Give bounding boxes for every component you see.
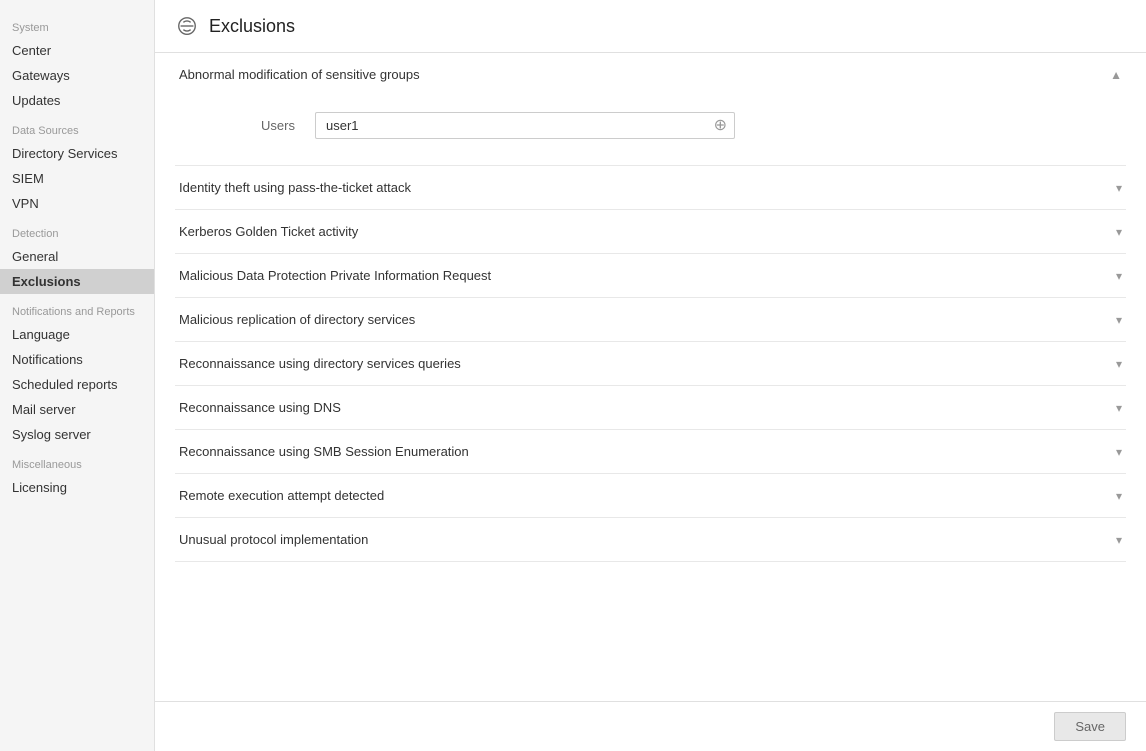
exclusion-item-reconnaissance-smb: Reconnaissance using SMB Session Enumera… — [175, 430, 1126, 474]
chevron-down-icon: ▾ — [1116, 225, 1122, 239]
sidebar-item-directory-services[interactable]: Directory Services — [0, 141, 154, 166]
exclusion-item-abnormal-modification: Abnormal modification of sensitive group… — [175, 53, 1126, 166]
sidebar-section-detection: Detection — [0, 216, 154, 244]
exclusion-title-remote-execution: Remote execution attempt detected — [179, 488, 384, 503]
chevron-up-icon: ▲ — [1110, 68, 1122, 82]
exclusion-title-malicious-replication: Malicious replication of directory servi… — [179, 312, 415, 327]
exclusion-item-malicious-replication: Malicious replication of directory servi… — [175, 298, 1126, 342]
sidebar-item-scheduled-reports[interactable]: Scheduled reports — [0, 372, 154, 397]
chevron-down-icon: ▾ — [1116, 445, 1122, 459]
exclusion-header-malicious-replication[interactable]: Malicious replication of directory servi… — [175, 298, 1126, 341]
exclusion-item-unusual-protocol: Unusual protocol implementation ▾ — [175, 518, 1126, 562]
exclusion-header-unusual-protocol[interactable]: Unusual protocol implementation ▾ — [175, 518, 1126, 561]
exclusion-item-remote-execution: Remote execution attempt detected ▾ — [175, 474, 1126, 518]
sidebar-item-exclusions[interactable]: Exclusions — [0, 269, 154, 294]
sidebar-item-center[interactable]: Center — [0, 38, 154, 63]
exclusion-item-reconnaissance-dns: Reconnaissance using DNS ▾ — [175, 386, 1126, 430]
chevron-down-icon: ▾ — [1116, 181, 1122, 195]
sidebar-section-data-sources: Data Sources — [0, 113, 154, 141]
exclusion-title-reconnaissance-dns: Reconnaissance using DNS — [179, 400, 341, 415]
exclusion-header-reconnaissance-smb[interactable]: Reconnaissance using SMB Session Enumera… — [175, 430, 1126, 473]
page-title: Exclusions — [209, 16, 295, 37]
save-button[interactable]: Save — [1054, 712, 1126, 741]
exclusion-item-kerberos-golden-ticket: Kerberos Golden Ticket activity ▾ — [175, 210, 1126, 254]
exclusion-body-abnormal-modification: Users ⊕ — [175, 96, 1126, 165]
main-content-area: Exclusions Abnormal modification of sens… — [155, 0, 1146, 751]
exclusion-field-label: Users — [175, 118, 315, 133]
exclusion-input-wrapper: ⊕ — [315, 112, 735, 139]
exclusions-list: Abnormal modification of sensitive group… — [155, 53, 1146, 751]
add-icon[interactable]: ⊕ — [714, 118, 727, 134]
sidebar-section-notifications-and-reports: Notifications and Reports — [0, 294, 154, 322]
exclusion-header-reconnaissance-dns[interactable]: Reconnaissance using DNS ▾ — [175, 386, 1126, 429]
sidebar: SystemCenterGatewaysUpdatesData SourcesD… — [0, 0, 155, 751]
sidebar-item-language[interactable]: Language — [0, 322, 154, 347]
chevron-down-icon: ▾ — [1116, 313, 1122, 327]
sidebar-item-general[interactable]: General — [0, 244, 154, 269]
exclusion-title-reconnaissance-smb: Reconnaissance using SMB Session Enumera… — [179, 444, 469, 459]
exclusion-row-users: Users ⊕ — [175, 106, 1126, 145]
exclusion-title-reconnaissance-directory: Reconnaissance using directory services … — [179, 356, 461, 371]
sidebar-item-licensing[interactable]: Licensing — [0, 475, 154, 500]
exclusion-item-malicious-data-protection: Malicious Data Protection Private Inform… — [175, 254, 1126, 298]
exclusion-title-kerberos-golden-ticket: Kerberos Golden Ticket activity — [179, 224, 358, 239]
exclusion-header-reconnaissance-directory[interactable]: Reconnaissance using directory services … — [175, 342, 1126, 385]
exclusion-title-malicious-data-protection: Malicious Data Protection Private Inform… — [179, 268, 491, 283]
exclusion-header-remote-execution[interactable]: Remote execution attempt detected ▾ — [175, 474, 1126, 517]
chevron-down-icon: ▾ — [1116, 401, 1122, 415]
page-header: Exclusions — [155, 0, 1146, 53]
exclusion-header-identity-theft[interactable]: Identity theft using pass-the-ticket att… — [175, 166, 1126, 209]
exclusion-item-identity-theft: Identity theft using pass-the-ticket att… — [175, 166, 1126, 210]
chevron-down-icon: ▾ — [1116, 533, 1122, 547]
footer: Save — [155, 701, 1146, 751]
exclusion-header-abnormal-modification[interactable]: Abnormal modification of sensitive group… — [175, 53, 1126, 96]
sidebar-item-siem[interactable]: SIEM — [0, 166, 154, 191]
sidebar-item-gateways[interactable]: Gateways — [0, 63, 154, 88]
chevron-down-icon: ▾ — [1116, 269, 1122, 283]
sidebar-item-updates[interactable]: Updates — [0, 88, 154, 113]
sidebar-section-miscellaneous: Miscellaneous — [0, 447, 154, 475]
exclusion-item-reconnaissance-directory: Reconnaissance using directory services … — [175, 342, 1126, 386]
exclusion-header-kerberos-golden-ticket[interactable]: Kerberos Golden Ticket activity ▾ — [175, 210, 1126, 253]
exclusions-icon — [175, 14, 199, 38]
chevron-down-icon: ▾ — [1116, 489, 1122, 503]
chevron-down-icon: ▾ — [1116, 357, 1122, 371]
sidebar-item-vpn[interactable]: VPN — [0, 191, 154, 216]
exclusion-title-identity-theft: Identity theft using pass-the-ticket att… — [179, 180, 411, 195]
sidebar-item-syslog-server[interactable]: Syslog server — [0, 422, 154, 447]
exclusion-header-malicious-data-protection[interactable]: Malicious Data Protection Private Inform… — [175, 254, 1126, 297]
exclusion-users-input[interactable] — [315, 112, 735, 139]
sidebar-item-notifications[interactable]: Notifications — [0, 347, 154, 372]
exclusion-title-abnormal-modification: Abnormal modification of sensitive group… — [179, 67, 420, 82]
sidebar-section-system: System — [0, 10, 154, 38]
exclusion-title-unusual-protocol: Unusual protocol implementation — [179, 532, 368, 547]
sidebar-item-mail-server[interactable]: Mail server — [0, 397, 154, 422]
